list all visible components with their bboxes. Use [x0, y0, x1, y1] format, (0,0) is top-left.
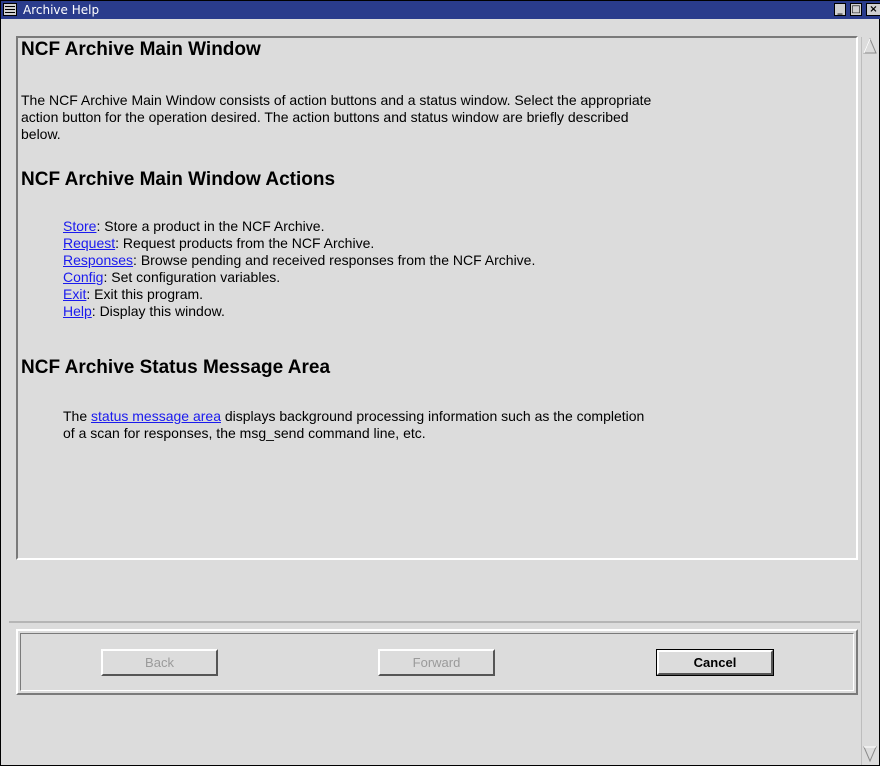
list-item: Responses: Browse pending and received r… [63, 252, 535, 269]
intro-line-2: action button for the operation desired.… [21, 109, 629, 125]
store-desc: : Store a product in the NCF Archive. [96, 218, 325, 234]
status-message-area-link[interactable]: status message area [91, 408, 221, 424]
list-item: Request: Request products from the NCF A… [63, 235, 535, 252]
close-icon[interactable]: × [866, 3, 880, 16]
status-line-1: The status message area displays backgro… [63, 408, 644, 425]
scroll-up-arrow-icon[interactable] [862, 37, 878, 55]
heading-main-window: NCF Archive Main Window [21, 39, 261, 60]
archive-help-window: Archive Help _ □ × NCF Archive Main Wind… [0, 0, 880, 766]
intro-line-1: The NCF Archive Main Window consists of … [21, 92, 652, 108]
responses-desc: : Browse pending and received responses … [133, 252, 536, 268]
window-menu-icon[interactable] [3, 3, 17, 16]
heading-actions: NCF Archive Main Window Actions [21, 169, 336, 190]
cancel-button-label: Cancel [657, 650, 773, 675]
status-paragraph: The status message area displays backgro… [63, 408, 644, 442]
help-content: NCF Archive Main Window The NCF Archive … [21, 39, 851, 555]
responses-link[interactable]: Responses [63, 252, 133, 268]
exit-link[interactable]: Exit [63, 286, 86, 302]
status-prefix: The [63, 408, 92, 424]
request-desc: : Request products from the NCF Archive. [115, 235, 375, 251]
window-title: Archive Help [23, 3, 100, 17]
store-link[interactable]: Store [63, 218, 96, 234]
minimize-icon[interactable]: _ [834, 3, 846, 16]
list-item: Help: Display this window. [63, 303, 535, 320]
status-suffix: displays background processing informati… [220, 408, 645, 424]
heading-status-area: NCF Archive Status Message Area [21, 357, 331, 378]
list-item: Exit: Exit this program. [63, 286, 535, 303]
maximize-icon[interactable]: □ [850, 3, 862, 16]
vertical-scrollbar[interactable] [861, 37, 878, 765]
intro-paragraph: The NCF Archive Main Window consists of … [21, 92, 841, 143]
cancel-button[interactable]: Cancel [656, 649, 774, 676]
title-bar[interactable]: Archive Help _ □ × [1, 1, 880, 19]
help-desc: : Display this window. [91, 303, 225, 319]
divider [9, 621, 860, 623]
intro-line-3: below. [21, 126, 61, 142]
exit-desc: : Exit this program. [86, 286, 204, 302]
request-link[interactable]: Request [63, 235, 115, 251]
list-item: Store: Store a product in the NCF Archiv… [63, 218, 535, 235]
list-item: Config: Set configuration variables. [63, 269, 535, 286]
back-button[interactable]: Back [101, 649, 218, 676]
scroll-down-arrow-icon[interactable] [862, 745, 878, 763]
forward-button[interactable]: Forward [378, 649, 495, 676]
actions-list: Store: Store a product in the NCF Archiv… [63, 218, 535, 320]
help-link[interactable]: Help [63, 303, 92, 319]
status-line-2: of a scan for responses, the msg_send co… [63, 425, 426, 441]
config-desc: : Set configuration variables. [103, 269, 281, 285]
config-link[interactable]: Config [63, 269, 103, 285]
